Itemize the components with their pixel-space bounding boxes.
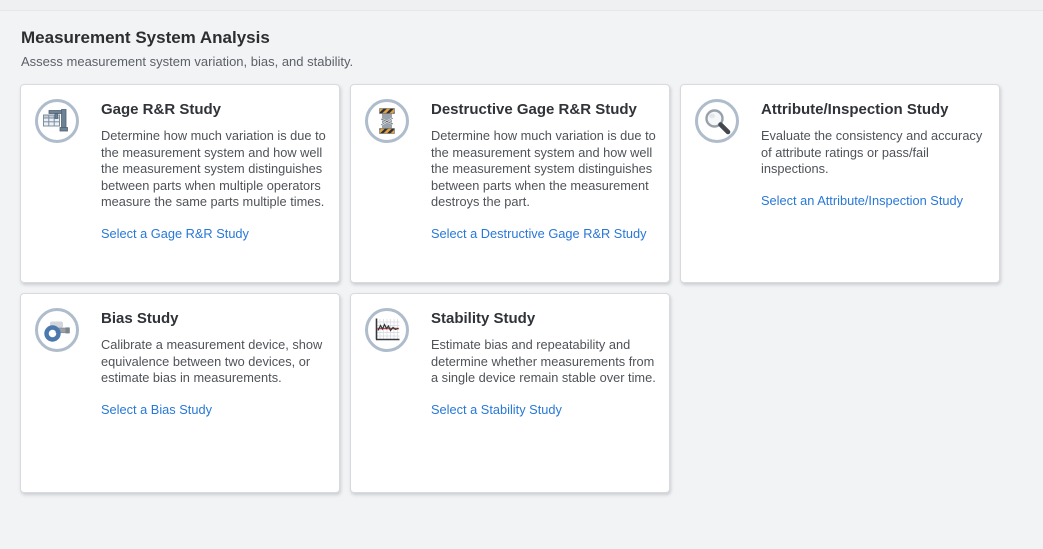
select-destructive-gage-rr-study-link[interactable]: Select a Destructive Gage R&R Study [431,226,647,241]
page-subtitle: Assess measurement system variation, bia… [21,53,1043,70]
select-attribute-inspection-study-link[interactable]: Select an Attribute/Inspection Study [761,193,963,208]
card-description: Determine how much variation is due to t… [431,128,657,211]
run-chart-icon [372,315,402,345]
bias-icon-circle [35,308,79,352]
caliper-grid-icon [42,106,72,136]
top-divider-strip [0,0,1043,11]
magnifier-icon [702,106,732,136]
card-bias-study: Bias Study Calibrate a measurement devic… [20,293,340,493]
card-description: Calibrate a measurement device, show equ… [101,337,327,387]
card-gage-rr-study: Gage R&R Study Determine how much variat… [20,84,340,283]
card-title: Stability Study [431,309,657,328]
page-header: Measurement System Analysis Assess measu… [0,11,1043,70]
destructive-specimen-icon [372,106,402,136]
card-body: Bias Study Calibrate a measurement devic… [101,308,327,419]
select-bias-study-link[interactable]: Select a Bias Study [101,402,212,417]
gage-rr-icon-circle [35,99,79,143]
study-cards-grid: Gage R&R Study Determine how much variat… [20,84,1001,493]
card-body: Attribute/Inspection Study Evaluate the … [761,99,987,210]
card-attribute-inspection-study: Attribute/Inspection Study Evaluate the … [680,84,1000,283]
card-description: Evaluate the consistency and accuracy of… [761,128,987,178]
card-destructive-gage-rr-study: Destructive Gage R&R Study Determine how… [350,84,670,283]
select-stability-study-link[interactable]: Select a Stability Study [431,402,562,417]
card-stability-study: Stability Study Estimate bias and repeat… [350,293,670,493]
select-gage-rr-study-link[interactable]: Select a Gage R&R Study [101,226,249,241]
destructive-icon-circle [365,99,409,143]
card-description: Determine how much variation is due to t… [101,128,327,211]
micrometer-icon [42,315,72,345]
stability-icon-circle [365,308,409,352]
card-description: Estimate bias and repeatability and dete… [431,337,657,387]
card-body: Stability Study Estimate bias and repeat… [431,308,657,419]
attribute-icon-circle [695,99,739,143]
card-title: Destructive Gage R&R Study [431,100,657,119]
page-title: Measurement System Analysis [21,27,1043,49]
card-title: Attribute/Inspection Study [761,100,987,119]
card-title: Bias Study [101,309,327,328]
card-body: Gage R&R Study Determine how much variat… [101,99,327,243]
card-body: Destructive Gage R&R Study Determine how… [431,99,657,243]
card-title: Gage R&R Study [101,100,327,119]
